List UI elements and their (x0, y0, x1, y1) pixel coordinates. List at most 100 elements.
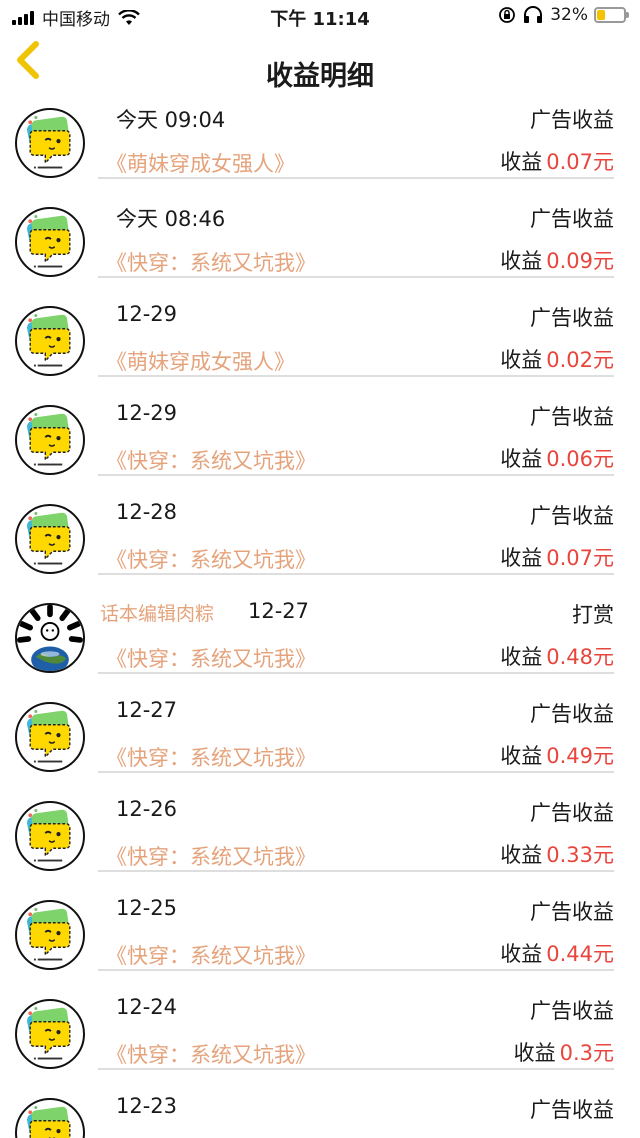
avatar (15, 306, 85, 376)
list-item[interactable]: 12-29 广告收益 《快穿：系统又坑我》 收益 0.06元 (0, 395, 640, 494)
earning-label: 收益 (500, 744, 543, 768)
book-title: 《快穿：系统又坑我》 (106, 746, 316, 770)
item-date: 12-25 (116, 896, 178, 920)
row-header: 话本编辑肉粽 12-27 打赏 (100, 595, 614, 627)
earning-amount: 收益 0.07元 (500, 146, 614, 176)
row-header: 12-24 广告收益 (100, 991, 614, 1023)
book-title: 《快穿：系统又坑我》 (106, 548, 316, 572)
app-logo-icon (27, 1007, 71, 1060)
list-item[interactable]: 今天 09:04 广告收益 《萌妹穿成女强人》 收益 0.07元 (0, 98, 640, 197)
amount-value: 0.02元 (546, 348, 614, 372)
battery-percent: 32% (550, 5, 588, 25)
avatar (15, 207, 85, 277)
nav-bar: 收益明细 (0, 34, 640, 98)
divider (98, 969, 614, 971)
avatar (15, 999, 85, 1069)
row-header: 12-29 广告收益 (100, 397, 614, 429)
app-logo-icon (27, 809, 71, 862)
list-item[interactable]: 12-23 广告收益 (0, 1088, 640, 1138)
list-item[interactable]: 今天 08:46 广告收益《快穿：系统又坑我》 收益 0.09元 (0, 197, 640, 296)
amount-value: 0.07元 (546, 150, 614, 174)
avatar (15, 108, 85, 178)
earning-type: 广告收益 (530, 405, 614, 429)
list-item[interactable]: 12-25 广告收益《快穿：系统又坑我》 收益 0.44元 (0, 890, 640, 989)
amount-value: 0.3元 (559, 1041, 614, 1065)
divider (98, 375, 614, 377)
item-date: 今天 08:46 (116, 207, 226, 231)
amount-value: 0.07元 (546, 546, 614, 570)
item-date: 12-24 (116, 995, 178, 1019)
amount-value: 0.33元 (546, 843, 614, 867)
battery-level (597, 10, 606, 20)
list-item[interactable]: 12-26 广告收益《快穿：系统又坑我》 收益 0.33元 (0, 791, 640, 890)
avatar (15, 801, 85, 871)
amount-value: 0.06元 (546, 447, 614, 471)
app-logo-icon (27, 908, 71, 961)
earning-type: 广告收益 (530, 207, 614, 231)
sender-name: 话本编辑肉粽 (100, 603, 215, 625)
earning-amount: 收益 0.09元 (500, 245, 614, 275)
book-title: 《快穿：系统又坑我》 (106, 845, 316, 869)
divider (98, 573, 614, 575)
earning-type: 广告收益 (530, 1098, 614, 1122)
amount-value: 0.44元 (546, 942, 614, 966)
row-header: 12-23 广告收益 (100, 1090, 614, 1122)
book-title: 《快穿：系统又坑我》 (106, 647, 316, 671)
book-title: 《萌妹穿成女强人》 (106, 152, 295, 176)
book-title: 《萌妹穿成女强人》 (106, 350, 295, 374)
avatar (15, 504, 85, 574)
earning-type: 广告收益 (530, 504, 614, 528)
list-item[interactable]: 12-29 广告收益《萌妹穿成女强人》 收益 0.02元 (0, 296, 640, 395)
book-title: 《快穿：系统又坑我》 (106, 251, 316, 275)
earning-label: 收益 (500, 348, 543, 372)
divider (98, 1068, 614, 1070)
row-header: 12-25 广告收益 (100, 892, 614, 924)
battery-icon (594, 7, 629, 23)
earning-amount: 收益 0.06元 (500, 443, 614, 473)
list-item[interactable]: 话本编辑肉粽 12-27 打赏《快穿：系统又坑我》 收益 0.48元 (0, 593, 640, 692)
book-title: 《快穿：系统又坑我》 (106, 944, 316, 968)
row-header: 今天 08:46 广告收益 (100, 199, 614, 231)
app-logo-icon (27, 314, 71, 367)
app-logo-icon (27, 1106, 71, 1138)
earning-label: 收益 (500, 942, 543, 966)
status-bar: 中国移动 下午 11:14 32% (0, 0, 640, 34)
item-date: 今天 09:04 (116, 108, 226, 132)
list-item[interactable]: 12-24 广告收益 《快穿：系统又坑我》 收益 0.3元 (0, 989, 640, 1088)
earth-avatar-icon (17, 605, 83, 671)
item-date: 12-23 (116, 1094, 178, 1118)
earning-amount: 收益 0.3元 (514, 1037, 614, 1067)
list-item[interactable]: 12-28 广告收益《快穿：系统又坑我》 收益 0.07元 (0, 494, 640, 593)
page-title: 收益明细 (266, 61, 374, 92)
divider (98, 177, 614, 179)
app-logo-icon (27, 413, 71, 466)
earning-type: 广告收益 (530, 801, 614, 825)
earning-label: 收益 (500, 546, 543, 570)
app-logo-icon (27, 116, 71, 169)
earning-label: 收益 (500, 645, 543, 669)
earning-label: 收益 (500, 447, 543, 471)
item-date: 12-26 (116, 797, 178, 821)
divider (98, 672, 614, 674)
rotation-lock-icon (499, 7, 516, 23)
item-date: 12-27 (248, 599, 310, 623)
list-item[interactable]: 12-27 广告收益 《快穿：系统又坑我》 收益 0.49元 (0, 692, 640, 791)
divider (98, 771, 614, 773)
earning-amount: 收益 0.33元 (500, 839, 614, 869)
earning-type: 广告收益 (530, 900, 614, 924)
earning-amount: 收益 0.48元 (500, 641, 614, 671)
headphones-icon (524, 6, 543, 23)
earning-amount: 收益 0.02元 (500, 344, 614, 374)
earning-label: 收益 (513, 1041, 556, 1065)
earning-type: 打赏 (572, 603, 614, 627)
earning-type: 广告收益 (530, 702, 614, 726)
avatar (15, 603, 85, 673)
item-date: 12-29 (116, 401, 178, 425)
item-date: 12-27 (116, 698, 178, 722)
earning-label: 收益 (500, 843, 543, 867)
avatar (15, 900, 85, 970)
item-date: 12-28 (116, 500, 178, 524)
app-logo-icon (27, 512, 71, 565)
earning-label: 收益 (500, 150, 543, 174)
row-header: 12-29 广告收益 (100, 298, 614, 330)
